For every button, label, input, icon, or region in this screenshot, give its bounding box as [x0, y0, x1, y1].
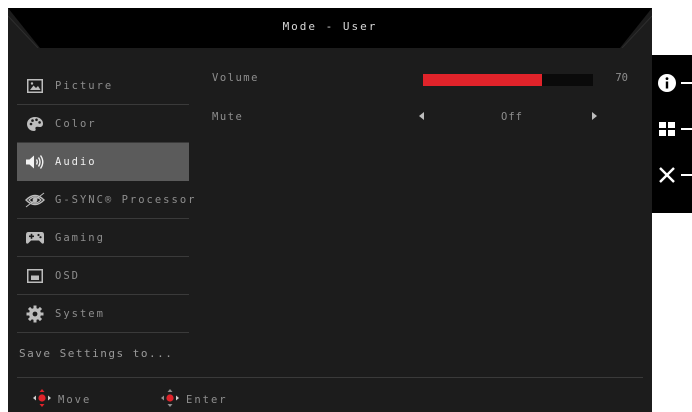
button-pointer-line: [681, 128, 692, 130]
picture-icon: [25, 76, 45, 96]
sidebar-item-label: Gaming: [55, 231, 105, 244]
sidebar-item-label: Color: [55, 117, 97, 130]
volume-value: 70: [615, 72, 628, 84]
mute-row[interactable]: Mute Off: [212, 108, 642, 128]
sidebar-item-picture[interactable]: Picture: [17, 67, 189, 105]
footer-divider: [17, 377, 643, 378]
footer-move-hint: Move: [32, 388, 92, 412]
volume-slider-fill: [423, 74, 542, 86]
sidebar-item-osd[interactable]: OSD: [17, 257, 189, 295]
sidebar-item-label: Audio: [55, 155, 97, 168]
osd-menu-panel: Mode - User Picture Color Audio G-SYNC® …: [8, 8, 652, 412]
info-button[interactable]: [652, 69, 692, 97]
speaker-icon: [25, 152, 45, 172]
sidebar-item-label: System: [55, 307, 105, 320]
volume-slider[interactable]: [423, 74, 593, 86]
hotkey-panel: [652, 55, 692, 213]
button-pointer-line: [681, 174, 692, 176]
mute-value: Off: [501, 111, 523, 123]
sidebar-item-label: Picture: [55, 79, 114, 92]
close-button[interactable]: [652, 161, 692, 189]
gsync-eye-icon: [25, 190, 45, 210]
mode-title: Mode - User: [282, 20, 378, 33]
button-pointer-line: [681, 82, 692, 84]
move-label: Move: [58, 394, 92, 406]
sidebar-item-color[interactable]: Color: [17, 105, 189, 143]
grid-icon: [659, 122, 675, 136]
gear-icon: [25, 304, 45, 324]
sidebar-item-system[interactable]: System: [17, 295, 189, 333]
sidebar-item-label: OSD: [55, 269, 80, 282]
footer-enter-hint: Enter: [160, 388, 228, 412]
arrow-right-icon[interactable]: [592, 112, 597, 120]
osd-icon: [25, 266, 45, 286]
mute-label: Mute: [212, 111, 244, 123]
header-bar: Mode - User: [8, 8, 652, 48]
gamepad-icon: [25, 228, 45, 248]
info-icon: [658, 74, 676, 92]
joystick-move-icon: [32, 388, 52, 412]
volume-label: Volume: [212, 72, 259, 84]
sidebar-menu: Picture Color Audio G-SYNC® Processor Ga…: [17, 67, 194, 373]
menu-grid-button[interactable]: [652, 115, 692, 143]
sidebar-item-audio[interactable]: Audio: [17, 143, 189, 181]
enter-label: Enter: [186, 394, 228, 406]
sidebar-item-gaming[interactable]: Gaming: [17, 219, 189, 257]
palette-icon: [25, 114, 45, 134]
save-settings-label: Save Settings to...: [19, 346, 174, 360]
sidebar-item-label: G-SYNC® Processor: [55, 193, 197, 206]
arrow-left-icon[interactable]: [419, 112, 424, 120]
close-icon: [659, 167, 675, 183]
joystick-enter-icon: [160, 388, 180, 412]
volume-row[interactable]: Volume 70: [212, 69, 642, 89]
sidebar-item-gsync-processor[interactable]: G-SYNC® Processor: [17, 181, 194, 219]
save-settings-item[interactable]: Save Settings to...: [17, 333, 189, 373]
